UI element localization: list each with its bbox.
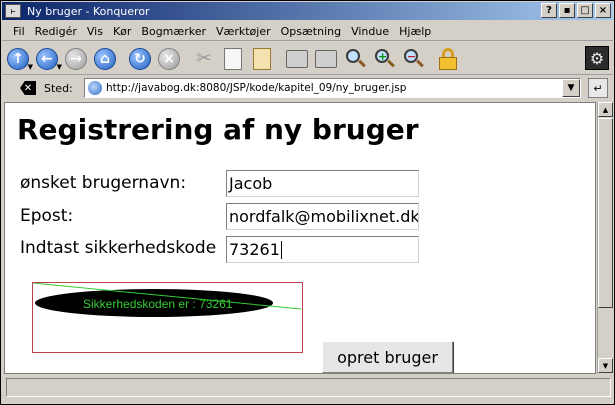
captcha-graphic: Sikkerhedskoden er : 73261: [33, 283, 302, 317]
up-button[interactable]: ↑ ▼: [6, 47, 33, 71]
url-history-dropdown[interactable]: ▼: [562, 79, 580, 97]
back-button[interactable]: ← ▼: [35, 47, 62, 71]
up-icon: ↑: [7, 47, 29, 70]
scrollbar-thumb[interactable]: [598, 118, 613, 308]
zoom-icon: [344, 48, 366, 70]
konqueror-gear-icon: ⚙: [585, 46, 609, 70]
print-icon: [286, 49, 308, 68]
menu-vaerktojer[interactable]: Værktøjer: [211, 25, 276, 38]
status-bar: [6, 378, 611, 397]
stop-icon: ×: [158, 47, 180, 70]
forward-icon: →: [65, 47, 87, 70]
menu-opsaetning[interactable]: Opsætning: [276, 25, 346, 38]
paste-button[interactable]: [250, 47, 274, 71]
back-icon: ←: [36, 47, 58, 70]
page-content: Registrering af ny bruger ønsket brugern…: [4, 102, 596, 374]
zoom-out-icon: −: [402, 48, 424, 70]
menu-vis[interactable]: Vis: [82, 25, 108, 38]
find-button[interactable]: [343, 47, 367, 71]
create-user-button[interactable]: opret bruger: [322, 341, 453, 373]
site-favicon-icon: [88, 81, 102, 95]
reload-icon: ↻: [129, 47, 151, 70]
browser-window: ⊢ Ny bruger - Konqueror ? ▪ □ × Fil Redi…: [0, 0, 615, 405]
cut-icon: ✂: [196, 48, 212, 69]
go-icon[interactable]: ↵: [588, 78, 608, 98]
print-button[interactable]: [285, 47, 309, 71]
username-value: Jacob: [229, 174, 273, 193]
scroll-down-icon[interactable]: ▼: [598, 358, 613, 373]
minimize-button[interactable]: ▪: [559, 3, 575, 18]
security-code-input[interactable]: 73261: [226, 236, 419, 263]
copy-icon: [224, 47, 242, 70]
security-code-label: Indtast sikkerhedskode: [20, 238, 217, 258]
title-bar[interactable]: ⊢ Ny bruger - Konqueror ? ▪ □ ×: [2, 2, 613, 20]
menu-bogmaerker[interactable]: Bogmærker: [136, 25, 211, 38]
email-value: nordfalk@mobilixnet.dk: [229, 207, 419, 226]
location-label: Sted:: [44, 81, 73, 95]
username-input[interactable]: Jacob: [226, 170, 419, 197]
captcha-text: Sikkerhedskoden er : 73261: [83, 297, 233, 311]
zoom-in-button[interactable]: +: [372, 47, 396, 71]
forward-button[interactable]: →: [64, 47, 88, 71]
menu-vindue[interactable]: Vindue: [346, 25, 394, 38]
close-button[interactable]: ×: [595, 3, 611, 18]
cut-button[interactable]: ✂: [192, 47, 216, 71]
paste-icon: [253, 47, 271, 70]
app-window-icon[interactable]: ⊢: [5, 4, 21, 18]
menu-fil[interactable]: Fil: [8, 25, 30, 38]
help-button[interactable]: ?: [541, 3, 557, 18]
menu-hjaelp[interactable]: Hjælp: [394, 25, 436, 38]
captcha-image: Sikkerhedskoden er : 73261: [32, 282, 303, 353]
vertical-scrollbar[interactable]: ▲ ▼: [597, 102, 613, 374]
security-button[interactable]: [436, 47, 460, 71]
maximize-button[interactable]: □: [577, 3, 593, 18]
menu-kor[interactable]: Kør: [108, 25, 136, 38]
zoom-out-button[interactable]: −: [401, 47, 425, 71]
email-label: Epost:: [20, 206, 74, 226]
email-input[interactable]: nordfalk@mobilixnet.dk: [226, 203, 419, 230]
reload-button[interactable]: ↻: [128, 47, 152, 71]
copy-button[interactable]: [221, 47, 245, 71]
text-caret: [280, 240, 282, 259]
scroll-up-icon[interactable]: ▲: [598, 102, 613, 117]
url-input[interactable]: http://javabog.dk:8080/JSP/kode/kapitel_…: [84, 78, 581, 98]
zoom-in-icon: +: [373, 48, 395, 70]
main-toolbar: ↑ ▼ ← ▼ → ⌂ ↻ × ✂ + − ⚙: [2, 43, 613, 75]
location-bar: ✕ Sted: http://javabog.dk:8080/JSP/kode/…: [2, 77, 613, 99]
url-text: http://javabog.dk:8080/JSP/kode/kapitel_…: [106, 82, 407, 94]
home-button[interactable]: ⌂: [93, 47, 117, 71]
home-icon: ⌂: [94, 47, 116, 70]
print-frame-button[interactable]: [314, 47, 338, 71]
menu-rediger[interactable]: Redigér: [30, 25, 82, 38]
clear-location-icon[interactable]: ✕: [20, 81, 36, 95]
security-code-value: 73261: [229, 240, 280, 259]
menu-bar: Fil Redigér Vis Kør Bogmærker Værktøjer …: [2, 22, 613, 41]
lock-icon: [439, 47, 457, 70]
stop-button[interactable]: ×: [157, 47, 181, 71]
print-frame-icon: [315, 49, 337, 68]
window-title: Ny bruger - Konqueror: [27, 4, 150, 18]
username-label: ønsket brugernavn:: [20, 173, 187, 193]
page-title: Registrering af ny bruger: [17, 113, 419, 146]
